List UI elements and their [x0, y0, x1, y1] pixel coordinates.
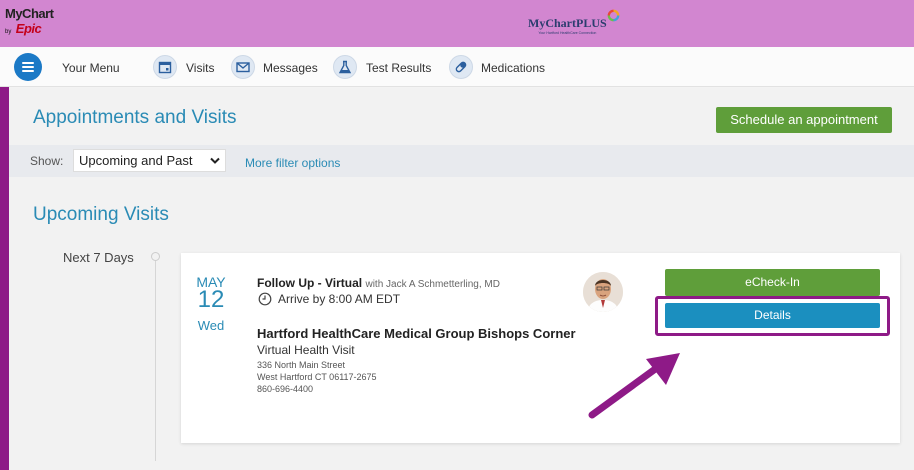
pill-icon[interactable] [449, 55, 473, 79]
echeck-in-button[interactable]: eCheck-In [665, 269, 880, 296]
visit-day: 12 [197, 286, 225, 313]
logo-by-text: by [5, 29, 12, 35]
chevron-down-icon [210, 157, 220, 164]
nav-medications[interactable]: Medications [481, 61, 545, 75]
arrive-by-time: Arrive by 8:00 AM EDT [278, 292, 401, 306]
department-phone: 860-696-4400 [257, 384, 314, 394]
upcoming-visits-heading: Upcoming Visits [33, 204, 169, 225]
next-7-days-label: Next 7 Days [63, 250, 134, 265]
main-navigation: Your Menu Visits Messages Test Results M… [0, 47, 914, 87]
details-highlight-box [655, 296, 890, 336]
show-filter-select[interactable]: Upcoming and Past [73, 149, 226, 172]
filter-bar: Show: Upcoming and Past More filter opti… [9, 145, 914, 177]
more-filter-options-link[interactable]: More filter options [245, 156, 340, 170]
hhc-mark-icon [607, 9, 620, 22]
show-label: Show: [30, 154, 64, 168]
nav-test-results[interactable]: Test Results [366, 61, 431, 75]
logo-mychart-text: MyChart [5, 6, 54, 21]
show-filter-value: Upcoming and Past [79, 153, 193, 168]
flask-icon[interactable] [333, 55, 357, 79]
visit-location: Virtual Health Visit [257, 343, 355, 357]
menu-icon[interactable] [14, 53, 42, 81]
mychartplus-logo: MyChartPLUS Your Hartford HealthCare Con… [528, 9, 620, 35]
visit-weekday: Wed [197, 318, 225, 333]
plus-logo-tagline: Your Hartford HealthCare Connection [538, 31, 597, 35]
visit-type-label: Follow Up - Virtual [257, 276, 363, 290]
provider-photo [583, 272, 623, 312]
main-content: Appointments and Visits Schedule an appo… [9, 88, 914, 470]
address-city: West Hartford CT 06117-2675 [257, 372, 377, 382]
timeline-line [155, 261, 156, 461]
left-accent-strip [0, 87, 9, 470]
top-header: MyChart by Epic MyChartPLUS Your Hartfor… [0, 0, 914, 47]
department-name: Hartford HealthCare Medical Group Bishop… [257, 326, 576, 341]
your-menu-link[interactable]: Your Menu [62, 61, 120, 75]
visit-provider: with Jack A Schmetterling, MD [365, 279, 500, 290]
mychart-epic-logo[interactable]: MyChart by Epic [5, 6, 54, 38]
plus-logo-text: MyChartPLUS [528, 16, 607, 30]
clock-icon [258, 292, 272, 306]
nav-visits[interactable]: Visits [186, 61, 214, 75]
annotation-arrow [588, 353, 680, 419]
calendar-icon[interactable] [153, 55, 177, 79]
visit-card[interactable]: MAY 12 Wed Follow Up - Virtual with Jack… [181, 253, 900, 443]
nav-messages[interactable]: Messages [263, 61, 318, 75]
schedule-appointment-button[interactable]: Schedule an appointment [716, 107, 892, 133]
address-street: 336 North Main Street [257, 360, 346, 370]
visit-type[interactable]: Follow Up - Virtual with Jack A Schmette… [257, 276, 500, 290]
envelope-icon[interactable] [231, 55, 255, 79]
timeline-dot [151, 252, 160, 261]
page-title: Appointments and Visits [33, 107, 237, 128]
logo-epic-text: Epic [15, 21, 42, 36]
